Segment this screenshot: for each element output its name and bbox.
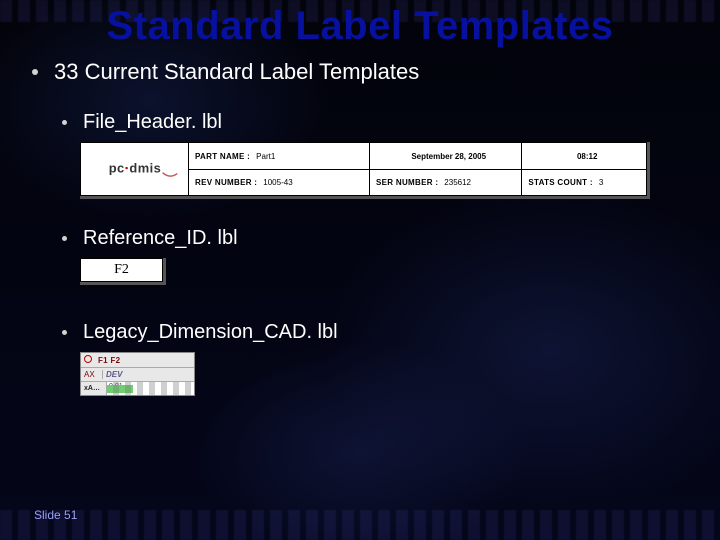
bullet-dot-icon [62, 330, 67, 335]
reference-id-value: F2 [80, 258, 163, 282]
bullet-file-header-text: File_Header. lbl [83, 111, 222, 134]
bullet-top-text: 33 Current Standard Label Templates [54, 59, 419, 85]
fh-cell-rev: REV NUMBER : 1005-43 [189, 169, 369, 195]
target-icon [84, 355, 94, 365]
fh-cell-time: 08:12 [521, 143, 646, 169]
legacy-bar-dashes [107, 382, 194, 395]
pcdmis-logo: pc·dmis [81, 143, 189, 195]
bullet-reference-id-text: Reference_ID. lbl [83, 227, 238, 250]
svg-text:pc·dmis: pc·dmis [108, 161, 161, 176]
bullet-dot-icon [62, 120, 67, 125]
legacy-row-bar: xA… 0.01 [81, 381, 194, 395]
slide-number: Slide 51 [34, 508, 77, 522]
dna-strip-bottom [0, 510, 720, 540]
legacy-row-header: F1 F2 [81, 353, 194, 367]
bullet-top: 33 Current Standard Label Templates [32, 59, 688, 85]
fh-cell-ser: SER NUMBER : 235612 [369, 169, 521, 195]
legacy-dimension-template-preview: F1 F2 AX DEV xA… 0.01 [80, 352, 195, 396]
bullet-reference-id: Reference_ID. lbl [62, 227, 688, 250]
slide-title: Standard Label Templates [32, 4, 688, 49]
bullet-legacy-text: Legacy_Dimension_CAD. lbl [83, 321, 338, 344]
bullet-dot-icon [62, 236, 67, 241]
bullet-dot-icon [32, 69, 38, 75]
pcdmis-logo-icon: pc·dmis [89, 154, 181, 184]
legacy-row-labels: AX DEV [81, 367, 194, 381]
bullet-legacy: Legacy_Dimension_CAD. lbl [62, 321, 688, 344]
fh-cell-partname: PART NAME : Part1 [189, 143, 369, 169]
file-header-template-preview: pc·dmis PART NAME : Part1 September 28, … [80, 142, 650, 199]
fh-cell-stats: STATS COUNT : 3 [521, 169, 646, 195]
bullet-file-header: File_Header. lbl [62, 111, 688, 134]
reference-id-template-preview: F2 [80, 258, 166, 285]
fh-cell-date: September 28, 2005 [369, 143, 521, 169]
